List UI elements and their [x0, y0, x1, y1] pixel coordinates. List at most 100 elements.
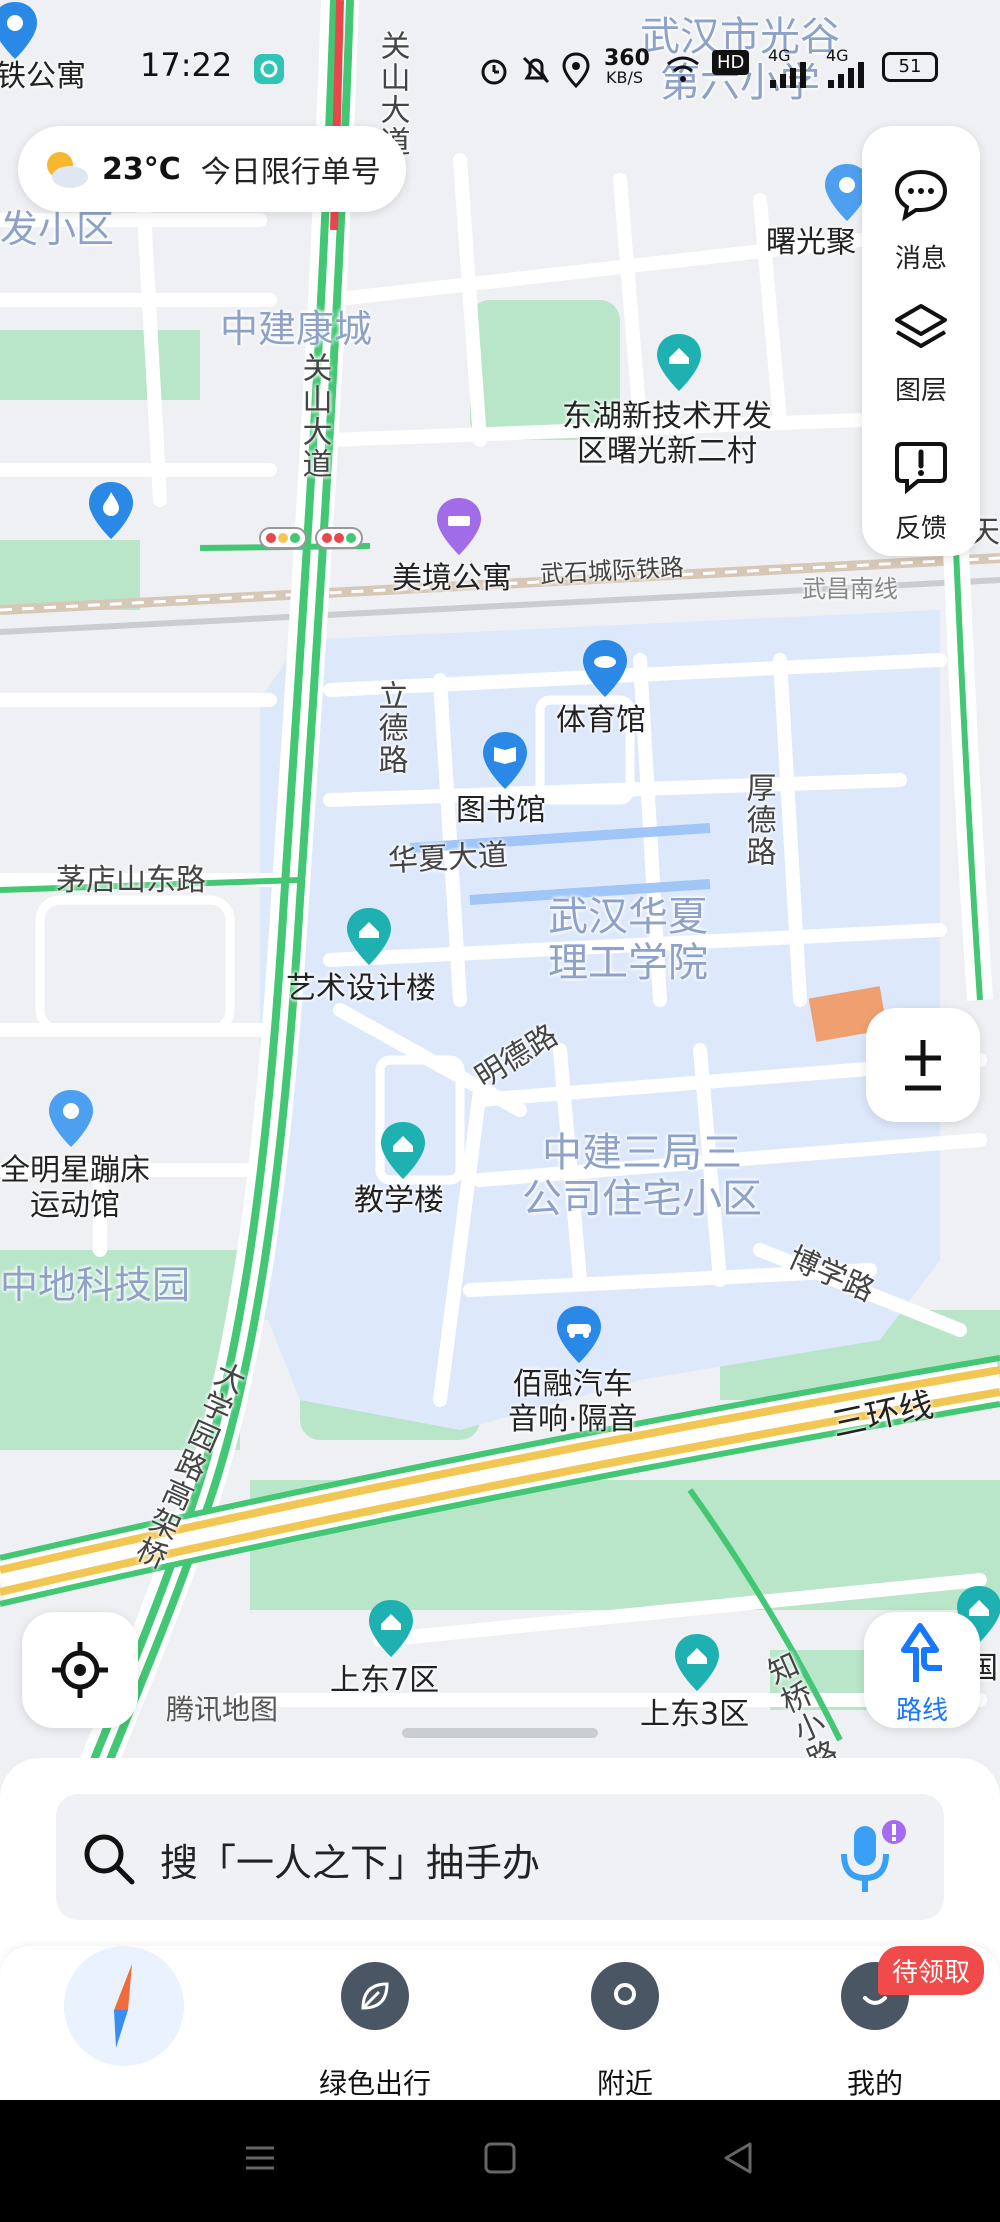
poi-label-shangdong3[interactable]: 上东3区	[640, 1697, 749, 1733]
messages-button[interactable]: 消息	[862, 138, 980, 274]
residential-pin-icon	[347, 908, 391, 965]
map-watermark: 腾讯地图	[166, 1693, 279, 1726]
book-pin-icon	[483, 732, 527, 789]
poi-pin-shangdong3[interactable]	[672, 1632, 722, 1694]
search-placeholder: 搜「一人之下」抽手办	[160, 1841, 541, 1885]
poi-pin-gym[interactable]	[580, 638, 630, 700]
location-icon	[562, 52, 590, 89]
nav-item-green-travel[interactable]: 绿色出行	[285, 1962, 465, 2100]
app-notification-icon	[254, 54, 284, 84]
signal-icon	[770, 62, 806, 88]
zoom-in-icon	[905, 1040, 941, 1091]
traffic-restriction: 今日限行单号	[200, 155, 381, 190]
compass-icon	[114, 1964, 132, 2048]
road-label-maodian: 茅店山东路	[56, 863, 206, 898]
nearby-pin-icon	[614, 1983, 636, 2005]
mute-bell-icon	[522, 56, 550, 84]
poi-label-trampoline[interactable]: 全明星蹦床 运动馆	[0, 1153, 150, 1223]
route-button[interactable]: 路线	[864, 1612, 980, 1728]
pending-badge[interactable]: 待领取	[878, 1946, 985, 1995]
nav-label-mine: 我的	[846, 2067, 903, 2100]
leaf-icon	[361, 1982, 389, 2010]
poi-pin-donghu[interactable]	[654, 332, 704, 394]
status-bar: 17:22 360 KB/S HD 4G 4G 51	[0, 28, 1000, 108]
poi-pin-trampoline[interactable]	[46, 1088, 96, 1150]
area-label-zhongjian-sanju: 中建三局三 公司住宅小区	[522, 1130, 762, 1222]
sheet-drag-handle[interactable]	[402, 1728, 598, 1738]
poi-pin-shangdong7[interactable]	[366, 1598, 416, 1660]
poi-label-bairong[interactable]: 佰融汽车 音响·隔音	[508, 1367, 638, 1437]
menu-icon[interactable]	[242, 2140, 278, 2176]
poi-label-art[interactable]: 艺术设计楼	[286, 971, 436, 1007]
area-label-huaxia: 武汉华夏 理工学院	[548, 894, 708, 986]
residential-pin-icon	[675, 1634, 719, 1691]
right-toolbar: 消息 图层 反馈	[862, 126, 980, 556]
battery-icon: 51	[882, 52, 938, 82]
area-label-fa: 发小区	[0, 207, 115, 251]
battery-level: 51	[898, 56, 922, 77]
system-nav-bar	[0, 2100, 1000, 2222]
fire-station-pin-icon	[89, 482, 133, 539]
locate-button[interactable]	[22, 1612, 138, 1728]
route-label: 路线	[895, 1696, 948, 1726]
road-label-huaxia-avenue: 华夏大道	[387, 837, 509, 880]
layers-label: 图层	[894, 376, 947, 406]
microphone-icon[interactable]	[830, 1816, 916, 1902]
feedback-button[interactable]: 反馈	[862, 414, 980, 544]
net-speed-bottom: KB/S	[606, 68, 644, 87]
location-pin-icon	[49, 1090, 93, 1147]
poi-pin-meijing[interactable]	[434, 496, 484, 558]
feedback-icon	[895, 442, 947, 495]
hd-icon: HD	[712, 50, 750, 75]
home-icon[interactable]	[482, 2140, 518, 2176]
residential-pin-icon	[381, 1122, 425, 1179]
poi-label-shangdong7[interactable]: 上东7区	[330, 1663, 439, 1699]
poi-label-shuguang[interactable]: 曙光聚	[766, 225, 856, 261]
poi-label-donghu[interactable]: 东湖新技术开发 区曙光新二村	[562, 399, 772, 469]
weather-temp: 23°C	[102, 151, 181, 187]
residential-pin-icon	[369, 1600, 413, 1657]
wifi-icon	[667, 56, 699, 82]
layers-button[interactable]: 图层	[862, 276, 980, 406]
poi-pin-teaching[interactable]	[378, 1120, 428, 1182]
poi-pin-fire[interactable]	[86, 480, 136, 542]
hotel-pin-icon	[437, 498, 481, 555]
area-label-zhongjian-kangcheng: 中建康城	[220, 307, 373, 351]
search-box[interactable]: 搜「一人之下」抽手办	[56, 1794, 944, 1920]
status-time: 17:22	[140, 46, 233, 84]
nav-label-nearby: 附近	[596, 2067, 653, 2100]
map-canvas[interactable]: 武汉市光谷 第六小学 发小区 中建康城 武汉华夏 理工学院 中建三局三 公司住宅…	[0, 0, 1000, 1960]
feedback-label: 反馈	[894, 514, 947, 544]
residential-pin-icon	[657, 334, 701, 391]
bottom-nav: 绿色出行 附近 我的	[0, 1946, 1000, 2100]
stadium-pin-icon	[583, 640, 627, 697]
weather-pill[interactable]: 23°C 今日限行单号	[18, 126, 406, 212]
road-label-houde: 厚德路	[740, 772, 776, 868]
road-label-wuchang-south: 武昌南线	[802, 575, 898, 603]
map-base	[0, 0, 1000, 1960]
poi-pin-bairong[interactable]	[554, 1304, 604, 1366]
poi-label-meijing[interactable]: 美境公寓	[392, 561, 512, 597]
car-pin-icon	[557, 1306, 601, 1363]
road-label-lide: 立德路	[372, 680, 408, 776]
area-label-zhongdi: 中地科技园	[0, 1263, 191, 1307]
layers-icon	[895, 304, 947, 348]
messages-label: 消息	[894, 244, 947, 274]
route-arrow-icon	[901, 1623, 942, 1682]
crosshair-icon	[52, 1642, 108, 1698]
message-icon	[894, 169, 948, 222]
poi-label-teaching[interactable]: 教学楼	[354, 1183, 444, 1219]
back-icon[interactable]	[720, 2140, 756, 2176]
nav-label-green-travel: 绿色出行	[318, 2067, 431, 2100]
signal-icon	[828, 62, 864, 88]
poi-pin-library[interactable]	[480, 730, 530, 792]
poi-pin-art[interactable]	[344, 906, 394, 968]
poi-label-library[interactable]: 图书馆	[456, 793, 546, 829]
nav-item-nearby[interactable]: 附近	[535, 1962, 715, 2100]
alarm-icon	[481, 59, 507, 85]
road-label-guanshan-mid: 关山大道	[296, 352, 332, 480]
poi-label-gym[interactable]: 体育馆	[556, 703, 646, 739]
zoom-button[interactable]	[866, 1008, 980, 1122]
search-icon	[84, 1834, 135, 1885]
nav-item-home[interactable]	[34, 1946, 214, 2076]
